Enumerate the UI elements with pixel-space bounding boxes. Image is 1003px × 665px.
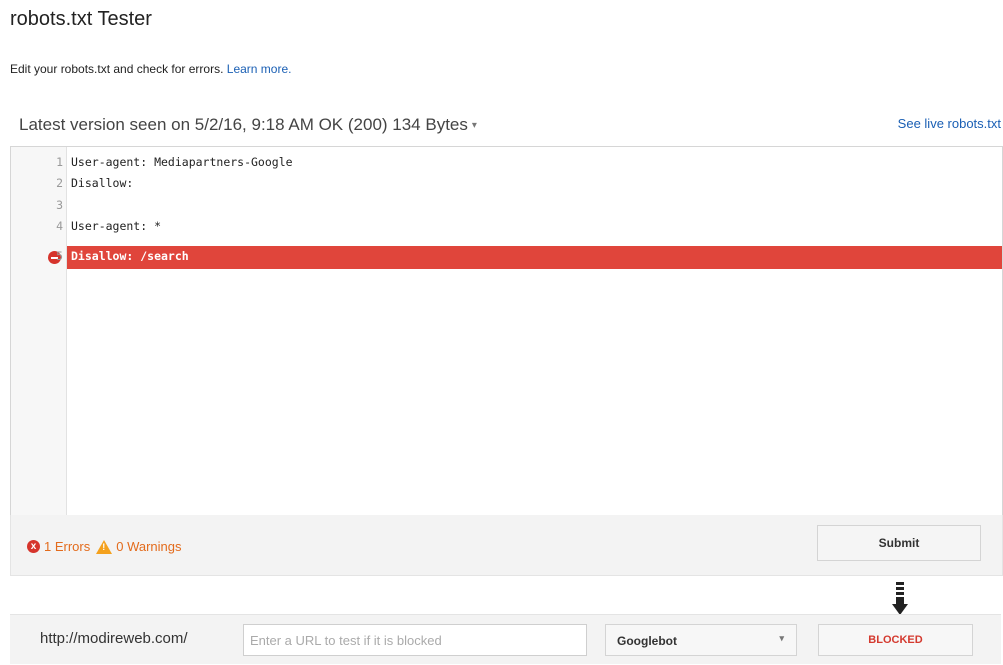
version-dropdown[interactable]: Latest version seen on 5/2/16, 9:18 AM O… <box>19 115 477 135</box>
line-number: 2 <box>56 176 63 190</box>
errors-count: 1 Errors <box>44 539 91 555</box>
learn-more-link[interactable]: Learn more. <box>227 62 292 76</box>
user-agent-select[interactable]: Googlebot ▾ <box>605 624 797 656</box>
test-result-button[interactable]: BLOCKED <box>818 624 973 656</box>
line-code: Disallow: <box>71 176 134 190</box>
error-circle-icon: x <box>27 540 40 554</box>
page-title: robots.txt Tester <box>10 8 152 30</box>
line-number: 4 <box>56 219 63 233</box>
line-code: User-agent: Mediapartners-Google <box>71 155 293 169</box>
arrow-down-icon <box>892 582 908 615</box>
site-domain: http://modireweb.com/ <box>40 630 188 647</box>
description-text: Edit your robots.txt and check for error… <box>10 62 224 76</box>
submit-button[interactable]: Submit <box>817 525 981 561</box>
line-number: 1 <box>56 155 63 169</box>
editor-line[interactable]: 2 Disallow: <box>11 173 1002 194</box>
line-number: 5 <box>56 249 63 263</box>
selected-user-agent: Googlebot <box>617 634 677 648</box>
warnings-count: 0 Warnings <box>116 539 182 555</box>
line-code: User-agent: * <box>71 219 162 233</box>
line-code: Disallow: /search <box>71 249 189 263</box>
editor-line[interactable]: 4 User-agent: * <box>11 216 1002 237</box>
page-description: Edit your robots.txt and check for error… <box>10 62 291 76</box>
version-label: Latest version seen on 5/2/16, 9:18 AM O… <box>19 115 468 134</box>
chevron-down-icon: ▾ <box>471 120 477 132</box>
validation-status-bar: x 1 Errors 0 Warnings Submit <box>10 515 1003 576</box>
chevron-down-icon: ▾ <box>779 633 784 643</box>
editor-line[interactable]: 1 User-agent: Mediapartners-Google <box>11 152 1002 173</box>
test-url-input[interactable] <box>243 624 587 656</box>
error-highlight <box>67 246 1002 269</box>
robots-editor[interactable]: 1 User-agent: Mediapartners-Google 2 Dis… <box>10 146 1003 516</box>
see-live-robots-link[interactable]: See live robots.txt <box>898 116 1001 131</box>
url-test-bar: http://modireweb.com/ Googlebot ▾ BLOCKE… <box>10 614 1001 664</box>
editor-line-error[interactable]: 5 Disallow: /search <box>11 245 1002 270</box>
error-warning-summary[interactable]: x 1 Errors 0 Warnings <box>27 538 182 554</box>
editor-line[interactable]: 3 <box>11 195 1002 216</box>
warning-triangle-icon <box>96 539 113 554</box>
line-number: 3 <box>56 198 63 212</box>
